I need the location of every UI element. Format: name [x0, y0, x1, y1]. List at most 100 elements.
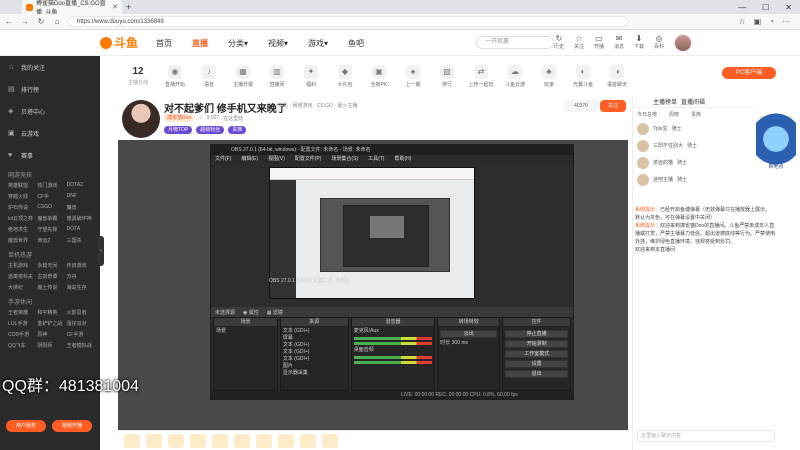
category-item[interactable]: ▦ 主播日报: [226, 64, 260, 88]
nav-live[interactable]: 直播: [192, 38, 208, 49]
game-link[interactable]: 火影忍者: [67, 309, 94, 316]
game-link[interactable]: 逃离塔科夫: [8, 273, 35, 280]
category-item[interactable]: ▣ 全新PK: [362, 64, 396, 88]
tab-today[interactable]: 今日总榜: [637, 111, 657, 118]
browser-tab[interactable]: 搏雀猫Doo直播_CS:GO直播_斗鱼 ✕: [22, 0, 122, 16]
game-link[interactable]: 海岛生存: [67, 284, 94, 291]
download-button[interactable]: ⬇ 下载: [632, 34, 646, 50]
game-link[interactable]: 王者模拟战: [67, 342, 94, 349]
game-link[interactable]: 英雄联盟: [8, 182, 35, 189]
category-item[interactable]: ◆ 大礼包: [328, 64, 362, 88]
game-link[interactable]: DOTA: [67, 226, 94, 233]
game-link[interactable]: 三国杀: [67, 237, 94, 244]
wiki-button[interactable]: ◎ 百科: [652, 34, 666, 50]
gift-item[interactable]: [146, 433, 162, 448]
game-link[interactable]: 热门游戏: [37, 182, 64, 189]
stream-category-tags[interactable]: 单机 · 网络游戏 · CS:GO · 最火主播: [278, 102, 357, 109]
tab-week[interactable]: 周榜: [669, 111, 679, 118]
gift-item[interactable]: [190, 433, 206, 448]
game-link[interactable]: 王者荣耀: [8, 309, 35, 316]
gift-item[interactable]: [278, 433, 294, 448]
game-link[interactable]: 古剑奇谭: [37, 273, 64, 280]
nav-home[interactable]: 首页: [156, 38, 172, 49]
game-link[interactable]: 暗黑破坏神: [67, 215, 94, 222]
game-link[interactable]: 绝地求生: [8, 226, 35, 233]
game-link[interactable]: 穿越火线: [8, 193, 35, 200]
streamer-avatar[interactable]: [122, 100, 160, 138]
tab-room-welfare[interactable]: 直播间福: [681, 97, 705, 106]
category-item[interactable]: ⇄ 上传一起玩: [464, 64, 498, 88]
gift-item[interactable]: [322, 433, 338, 448]
game-link[interactable]: 主机游戏: [8, 262, 35, 269]
gift-item[interactable]: [124, 433, 140, 448]
sidebar-item-events[interactable]: ♥ 赛事: [0, 144, 100, 166]
game-link[interactable]: 守望先锋: [37, 226, 64, 233]
forward-button[interactable]: →: [20, 17, 30, 26]
game-link[interactable]: 炉石传说: [8, 204, 35, 211]
tab-close-icon[interactable]: ✕: [112, 3, 118, 11]
chat-input[interactable]: 这里输入聊天内容: [637, 430, 775, 442]
tab-streamer-rank[interactable]: 主播榜单: [653, 97, 677, 106]
game-link[interactable]: 永劫无间: [37, 262, 64, 269]
sidebar-item-beta[interactable]: ◈ 贝塔中心: [0, 100, 100, 122]
more-icon[interactable]: ⋯: [782, 17, 790, 26]
nav-yuba[interactable]: 鱼吧: [348, 38, 364, 49]
streamer-name-tag[interactable]: 搏雀猫Doo: [164, 114, 195, 122]
new-tab-button[interactable]: +: [126, 2, 131, 12]
game-link[interactable]: 魔兽世界: [8, 237, 35, 244]
maximize-button[interactable]: ☐: [762, 3, 769, 12]
game-link[interactable]: CF手: [37, 193, 64, 200]
minimize-button[interactable]: —: [738, 3, 746, 12]
category-item[interactable]: ✦ 福利: [294, 64, 328, 88]
follow-list-button[interactable]: ☆ 关注: [572, 34, 586, 50]
category-item[interactable]: ♪ 语音: [192, 64, 226, 88]
game-link[interactable]: 魔土传说: [37, 284, 64, 291]
game-link[interactable]: 方舟: [67, 273, 94, 280]
promo-banner[interactable]: 新地点: [756, 102, 796, 176]
game-link[interactable]: 金铲铲之战: [37, 320, 64, 327]
game-link[interactable]: 蛋仔派对: [67, 320, 94, 327]
game-link[interactable]: 大侠纪: [8, 284, 35, 291]
game-link[interactable]: 阴阳师: [37, 342, 64, 349]
search-input[interactable]: 一开就赢: [476, 36, 554, 49]
game-link[interactable]: 命运2: [37, 237, 64, 244]
gift-item[interactable]: [168, 433, 184, 448]
collections-icon[interactable]: ▣: [754, 17, 762, 26]
sidebar-item-follow[interactable]: ☆ 我的关注: [0, 56, 100, 78]
badge[interactable]: 贵族: [228, 126, 247, 134]
nav-videos[interactable]: 视频▾: [268, 38, 288, 49]
pc-client-button[interactable]: PC客户端: [722, 67, 776, 79]
extra-link[interactable]: 在这里玩: [223, 115, 243, 122]
category-item[interactable]: ◉ 直播开始: [158, 64, 192, 88]
game-link[interactable]: DOTA2: [67, 182, 94, 189]
category-item[interactable]: ♣ 玩家: [532, 64, 566, 88]
game-link[interactable]: COD手游: [8, 331, 35, 338]
gift-item[interactable]: [256, 433, 272, 448]
video-player[interactable]: OBS 27.0.1 (64-bit, windows) - 配置文件: 未命名…: [118, 140, 628, 430]
game-link[interactable]: 原神: [37, 331, 64, 338]
back-button[interactable]: ←: [4, 17, 14, 26]
game-link[interactable]: 魔兽: [67, 204, 94, 211]
sidebar-item-rank[interactable]: ▤ 排行榜: [0, 78, 100, 100]
game-link[interactable]: 怀旧游戏: [67, 262, 94, 269]
category-item[interactable]: ◐ 光翼斗鱼: [566, 64, 600, 88]
category-item[interactable]: ▥ 直播间: [260, 64, 294, 88]
history-button[interactable]: ↻ 历史: [552, 34, 566, 50]
user-avatar[interactable]: [674, 34, 692, 52]
messages-button[interactable]: ✉ 消息: [612, 34, 626, 50]
sidebar-item-cloud-game[interactable]: ▣ 云游戏: [0, 122, 100, 144]
close-window-button[interactable]: ✕: [785, 3, 792, 12]
badge[interactable]: 超级粉丝: [196, 126, 225, 134]
nav-games[interactable]: 游戏▾: [308, 38, 328, 49]
game-link[interactable]: QQ飞车: [8, 342, 35, 349]
gift-item[interactable]: [212, 433, 228, 448]
game-link[interactable]: 和平精英: [37, 309, 64, 316]
category-item[interactable]: ▧ 排行: [430, 64, 464, 88]
gift-item[interactable]: [300, 433, 316, 448]
sidebar-collapse-handle[interactable]: ‹: [98, 236, 104, 266]
tab-noble[interactable]: 贵族: [691, 111, 701, 118]
game-link[interactable]: DNF: [67, 193, 94, 200]
douyu-logo[interactable]: 斗鱼: [100, 34, 138, 51]
follow-button[interactable]: 关注: [600, 100, 626, 112]
game-link[interactable]: CSGO: [37, 204, 64, 211]
